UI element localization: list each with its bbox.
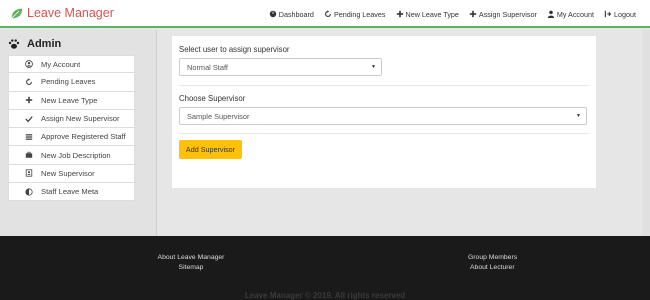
paw-icon bbox=[8, 39, 20, 49]
sitemap-link[interactable]: Sitemap bbox=[0, 264, 382, 271]
id-card-icon bbox=[25, 169, 33, 178]
leaf-icon bbox=[11, 8, 23, 19]
sidebar-item-label: New Leave Type bbox=[41, 95, 98, 105]
user-select-value: Normal Staff bbox=[187, 62, 228, 72]
nav-new-leave-type[interactable]: New Leave Type bbox=[396, 10, 459, 19]
sidebar: Admin My Account Pending Leaves New Leav… bbox=[0, 30, 157, 236]
caret-down-icon: ▼ bbox=[576, 113, 581, 119]
nav-logout-label: Logout bbox=[614, 9, 636, 19]
sidebar-item-approve-registered-staff[interactable]: Approve Registered Staff bbox=[8, 128, 135, 147]
divider bbox=[179, 133, 589, 134]
nav-my-account-label: My Account bbox=[556, 9, 595, 19]
sidebar-item-label: Approve Registered Staff bbox=[41, 132, 126, 142]
sidebar-item-pending-leaves[interactable]: Pending Leaves bbox=[8, 73, 135, 92]
nav-pending-leaves[interactable]: Pending Leaves bbox=[324, 10, 386, 19]
nav-assign-supervisor[interactable]: Assign Supervisor bbox=[469, 10, 537, 19]
divider bbox=[179, 85, 589, 86]
sidebar-item-new-leave-type[interactable]: New Leave Type bbox=[8, 91, 135, 110]
nav-new-leave-type-label: New Leave Type bbox=[405, 9, 459, 19]
supervisor-select-value: Sample Supervisor bbox=[187, 111, 250, 121]
sidebar-title: Admin bbox=[27, 38, 62, 50]
footer: About Leave Manager Sitemap Group Member… bbox=[0, 236, 650, 300]
supervisor-select[interactable]: Sample Supervisor ▼ bbox=[179, 107, 587, 125]
list-icon bbox=[25, 134, 33, 140]
nav-links: Dashboard Pending Leaves New Leave Type … bbox=[259, 0, 636, 28]
nav-dashboard[interactable]: Dashboard bbox=[269, 10, 314, 19]
sidebar-item-label: New Supervisor bbox=[41, 168, 95, 178]
sidebar-item-new-job-description[interactable]: New Job Description bbox=[8, 146, 135, 165]
sidebar-item-new-supervisor[interactable]: New Supervisor bbox=[8, 164, 135, 184]
sidebar-item-assign-new-supervisor[interactable]: Assign New Supervisor bbox=[8, 109, 135, 129]
sidebar-header: Admin bbox=[8, 37, 156, 51]
logout-icon bbox=[604, 10, 612, 18]
sidebar-item-my-account[interactable]: My Account bbox=[8, 55, 135, 74]
about-leave-manager-link[interactable]: About Leave Manager bbox=[0, 254, 382, 261]
sidebar-item-staff-leave-meta[interactable]: Staff Leave Meta bbox=[8, 183, 135, 202]
copyright-text: Leave Manager © 2019. All rights reserve… bbox=[244, 291, 406, 300]
caret-down-icon: ▼ bbox=[371, 64, 376, 70]
sidebar-item-label: My Account bbox=[41, 59, 81, 69]
group-members-link[interactable]: Group Members bbox=[468, 254, 517, 261]
scrollbar[interactable] bbox=[642, 30, 650, 236]
about-lecturer-link[interactable]: About Lecturer bbox=[470, 264, 515, 271]
nav-dashboard-label: Dashboard bbox=[278, 9, 314, 19]
nav-logout[interactable]: Logout bbox=[604, 10, 636, 19]
add-supervisor-button[interactable]: Add Supervisor bbox=[179, 140, 242, 159]
refresh-icon bbox=[26, 78, 32, 85]
check-icon bbox=[25, 115, 33, 122]
brand[interactable]: Leave Manager bbox=[10, 6, 114, 20]
assign-supervisor-form: Select user to assign supervisor Normal … bbox=[172, 36, 596, 188]
nav-assign-supervisor-label: Assign Supervisor bbox=[478, 9, 537, 19]
user-select[interactable]: Normal Staff ▼ bbox=[179, 58, 382, 76]
briefcase-icon bbox=[25, 151, 33, 158]
sidebar-item-label: New Job Description bbox=[41, 150, 111, 160]
dashboard-icon bbox=[269, 10, 276, 18]
top-navbar: Leave Manager Dashboard Pending Leaves N… bbox=[0, 0, 650, 28]
select-user-label: Select user to assign supervisor bbox=[179, 45, 290, 54]
refresh-icon bbox=[324, 10, 331, 17]
choose-supervisor-label: Choose Supervisor bbox=[179, 94, 246, 103]
brand-name: Leave Manager bbox=[27, 6, 114, 20]
nav-my-account[interactable]: My Account bbox=[547, 10, 594, 19]
plus-icon bbox=[469, 10, 477, 18]
sidebar-item-label: Staff Leave Meta bbox=[41, 187, 99, 197]
user-icon bbox=[547, 10, 555, 18]
plus-icon bbox=[396, 10, 403, 18]
sidebar-menu: My Account Pending Leaves New Leave Type… bbox=[8, 55, 135, 202]
nav-pending-leaves-label: Pending Leaves bbox=[333, 9, 386, 19]
half-circle-icon bbox=[25, 188, 33, 196]
sidebar-item-label: Assign New Supervisor bbox=[41, 114, 120, 124]
sidebar-item-label: Pending Leaves bbox=[41, 77, 96, 87]
user-circle-icon bbox=[25, 60, 33, 68]
plus-icon bbox=[25, 97, 33, 104]
